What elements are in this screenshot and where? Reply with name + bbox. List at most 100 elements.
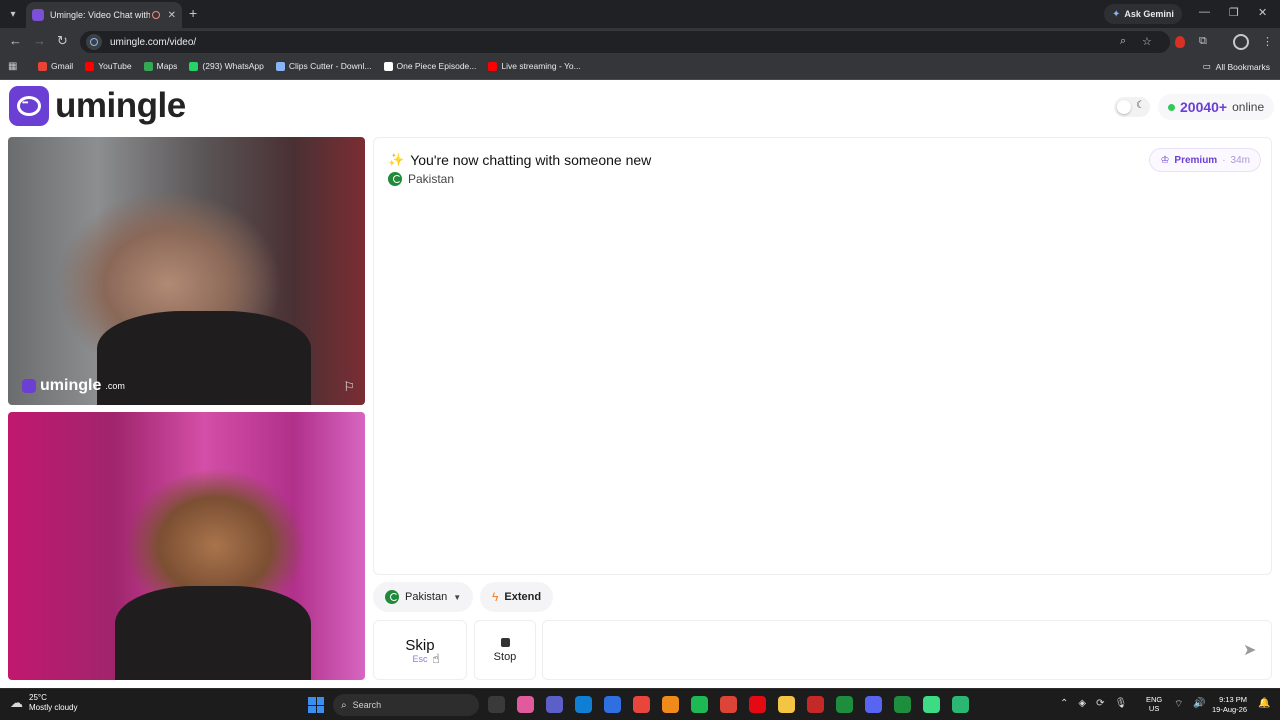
stranger-country-text: Pakistan — [408, 172, 455, 186]
taskbar-app-icon[interactable] — [865, 696, 882, 713]
premium-badge[interactable]: ♔ Premium · 34m — [1149, 148, 1261, 172]
online-count: 20040+ — [1180, 99, 1228, 115]
tray-overflow-icon[interactable]: ⌃ — [1060, 698, 1068, 709]
weather-widget[interactable]: ☁ 25°C Mostly cloudy — [10, 693, 77, 713]
new-tab-button[interactable]: + — [189, 5, 197, 21]
skip-shortcut: Esc — [412, 653, 428, 664]
bookmark-item[interactable]: One Piece Episode... — [383, 61, 477, 71]
region-code: US — [1148, 704, 1160, 713]
cloud-sun-icon: ☁ — [10, 695, 23, 710]
chat-bubble-logo-icon — [9, 86, 49, 126]
zoom-icon[interactable]: ⌕ — [1120, 35, 1126, 48]
window-close-icon[interactable]: ✕ — [1258, 6, 1267, 19]
bookmark-favicon-icon — [85, 61, 95, 71]
report-flag-icon[interactable]: ⚐ — [343, 379, 355, 395]
menu-kebab-icon[interactable]: ⋮ — [1262, 35, 1273, 48]
bookmark-favicon-icon — [275, 61, 285, 71]
clock[interactable]: 9:13 PM 19-Aug-26 — [1212, 695, 1247, 715]
self-video — [8, 412, 365, 680]
country-filter-label: Pakistan — [405, 591, 448, 603]
chat-headline: You're now chatting with someone new — [410, 152, 652, 168]
site-logo[interactable]: umingle — [9, 86, 186, 126]
bookmarks-bar: ▦ Gmail YouTube Maps (293) WhatsApp Clips Cu… — [0, 56, 1280, 80]
taskbar-app-icon[interactable] — [720, 696, 737, 713]
bookmark-item[interactable]: Gmail — [38, 61, 73, 71]
stranger-video: umingle .com ⚐ — [8, 137, 365, 405]
taskbar-app-icon[interactable] — [604, 696, 621, 713]
bookmark-label: One Piece Episode... — [396, 61, 477, 71]
taskbar-app-icon[interactable] — [923, 696, 940, 713]
bookmark-favicon-icon — [143, 61, 153, 71]
bookmark-item[interactable]: Maps — [143, 61, 177, 71]
stop-label: Stop — [493, 650, 517, 663]
online-status-dot — [1168, 103, 1175, 111]
video-watermark: umingle .com — [22, 377, 125, 395]
taskbar-app-icon[interactable] — [575, 696, 592, 713]
taskbar-app-icon[interactable] — [807, 696, 824, 713]
extensions-puzzle-icon[interactable]: ⧉ — [1199, 35, 1207, 48]
umingle-favicon-icon — [32, 9, 44, 21]
restore-icon[interactable]: ❐ — [1229, 6, 1239, 19]
skip-button[interactable]: Skip Esc ☝ — [373, 620, 467, 680]
bookmark-item[interactable]: Live streaming - Yo... — [488, 61, 581, 71]
premium-separator: · — [1222, 154, 1226, 166]
tray-app-icon[interactable]: ◈ — [1078, 698, 1086, 709]
address-bar[interactable]: umingle.com/video/ — [80, 31, 1170, 53]
bookmark-item[interactable]: (293) WhatsApp — [189, 61, 264, 71]
minimize-icon[interactable]: — — [1199, 6, 1210, 18]
active-tab[interactable]: Umingle: Video Chat with St ✕ — [26, 2, 182, 28]
system-tray: ⌃ ◈ ⟳ 🎙 — [1060, 698, 1127, 709]
watermark-suffix: .com — [105, 381, 125, 391]
page: umingle ☾ 20040+ online umingle .com ⚐ ✨… — [0, 80, 1280, 688]
taskbar-app-icon[interactable] — [952, 696, 969, 713]
site-info-icon[interactable] — [86, 34, 102, 50]
extension-icon[interactable] — [1175, 36, 1185, 48]
forward-icon[interactable]: → — [33, 33, 46, 48]
taskbar-app-icon[interactable] — [662, 696, 679, 713]
online-label: online — [1232, 100, 1265, 114]
taskbar-app-icon[interactable] — [691, 696, 708, 713]
bookmark-item[interactable]: YouTube — [85, 61, 132, 71]
bookmark-item[interactable]: Clips Cutter - Downl... — [275, 61, 372, 71]
caret-down-icon: ▼ — [453, 592, 462, 602]
search-icon: ⌕ — [341, 699, 347, 711]
taskbar-app-icon[interactable] — [633, 696, 650, 713]
theme-toggle[interactable]: ☾ — [1114, 97, 1150, 117]
stop-button[interactable]: Stop — [474, 620, 536, 680]
language-indicator[interactable]: ENG US — [1146, 695, 1162, 713]
taskbar-app-icon[interactable] — [546, 696, 563, 713]
umingle-watermark-icon — [22, 379, 36, 393]
tray-app-icon[interactable]: ⟳ — [1096, 698, 1104, 709]
back-icon[interactable]: ← — [9, 33, 22, 48]
taskbar-app-icon[interactable] — [749, 696, 766, 713]
message-input[interactable] — [542, 620, 1272, 680]
premium-time: 34m — [1230, 154, 1250, 166]
all-bookmarks-button[interactable]: ▭ All Bookmarks — [1203, 61, 1270, 72]
taskbar-search[interactable]: ⌕ Search — [333, 694, 479, 716]
reload-icon[interactable]: ↻ — [57, 33, 68, 49]
pakistan-flag-icon — [388, 172, 402, 186]
network-sound-tray[interactable]: ⌔ 🔊 — [1174, 698, 1206, 711]
taskbar-app-icon[interactable] — [517, 696, 534, 713]
extend-button[interactable]: ϟ Extend — [480, 582, 554, 612]
bookmark-label: YouTube — [98, 61, 132, 71]
apps-grid-icon[interactable]: ▦ — [8, 61, 17, 72]
taskbar-app-icon[interactable] — [488, 696, 505, 713]
taskbar-app-icon[interactable] — [836, 696, 853, 713]
country-filter-button[interactable]: Pakistan ▼ — [373, 582, 474, 612]
taskbar-app-icon[interactable] — [778, 696, 795, 713]
taskbar-app-icon[interactable] — [894, 696, 911, 713]
chat-panel: ✨ You're now chatting with someone new P… — [373, 137, 1272, 575]
bookmark-label: Gmail — [51, 61, 74, 71]
ask-gemini-button[interactable]: ✦ Ask Gemini — [1104, 4, 1182, 24]
microphone-icon[interactable]: 🎙 — [1114, 698, 1127, 709]
watermark-text: umingle — [40, 377, 102, 394]
close-tab-icon[interactable]: ✕ — [168, 10, 176, 21]
notification-bell-icon[interactable]: 🔔 — [1258, 698, 1270, 709]
windows-start-icon[interactable] — [308, 697, 324, 713]
bookmark-star-icon[interactable]: ☆ — [1142, 35, 1152, 48]
taskbar-apps — [488, 696, 969, 713]
tab-search-icon[interactable]: ▾ — [4, 5, 22, 23]
send-icon[interactable]: ➤ — [1243, 640, 1256, 660]
profile-avatar-icon[interactable] — [1233, 34, 1249, 50]
